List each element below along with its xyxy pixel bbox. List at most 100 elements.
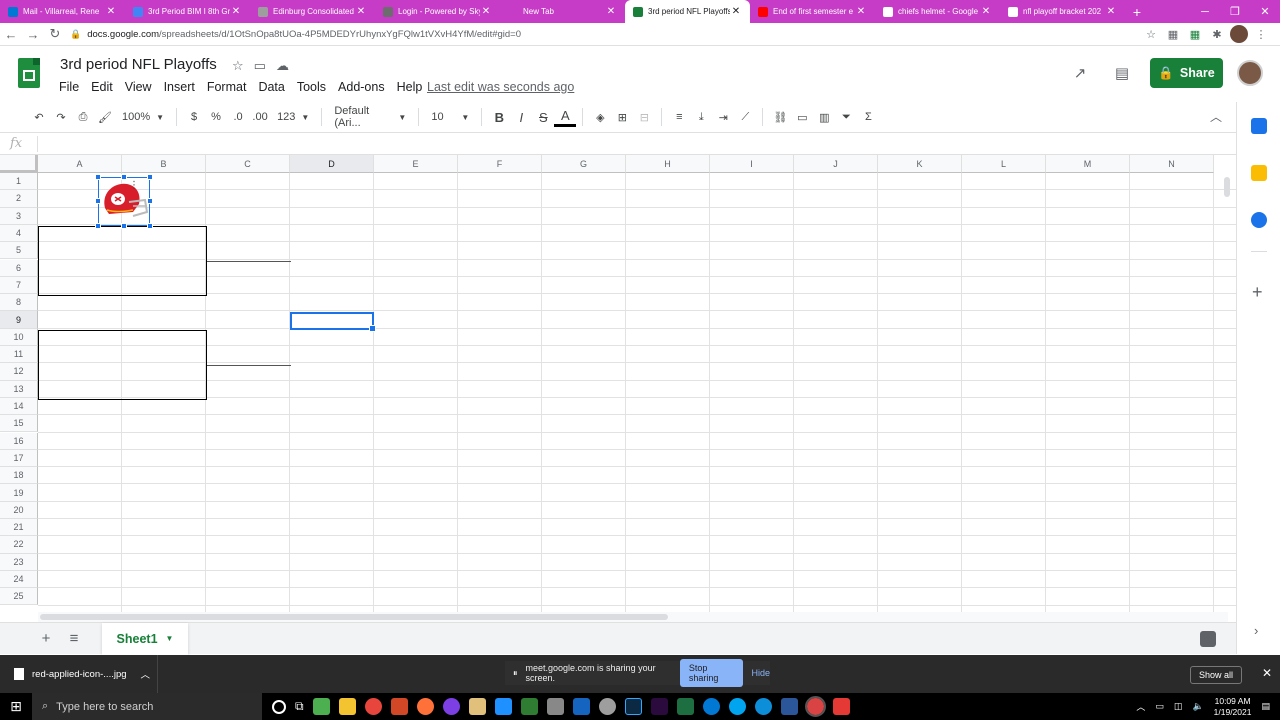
- print-icon[interactable]: ⎙: [72, 105, 94, 129]
- row-header[interactable]: 18: [0, 467, 38, 485]
- column-header[interactable]: I: [710, 155, 794, 173]
- browser-tab[interactable]: End of first semester e ✕: [750, 0, 875, 23]
- row-header[interactable]: 7: [0, 276, 38, 295]
- insert-link-icon[interactable]: ⛓: [769, 105, 791, 129]
- tab-close-icon[interactable]: ✕: [355, 6, 367, 17]
- menu-add-ons[interactable]: Add-ons: [338, 80, 389, 94]
- chrome-active-icon[interactable]: [804, 696, 826, 717]
- resize-handle[interactable]: [121, 174, 127, 180]
- horizontal-scrollbar[interactable]: [38, 612, 1228, 622]
- task-view-icon[interactable]: ⧉: [295, 699, 304, 714]
- column-header[interactable]: B: [122, 155, 206, 173]
- photoshop-icon[interactable]: [624, 698, 642, 715]
- reload-button[interactable]: ↻: [44, 23, 66, 45]
- resize-handle[interactable]: [147, 223, 153, 229]
- network-icon[interactable]: ◫: [1174, 701, 1183, 712]
- powerpoint-icon[interactable]: [390, 698, 408, 715]
- row-header[interactable]: 3: [0, 207, 38, 225]
- expand-panel-icon[interactable]: ›: [1254, 623, 1258, 638]
- strikethrough-button[interactable]: S: [532, 105, 554, 129]
- restore-button[interactable]: ❐: [1220, 0, 1250, 23]
- horizontal-align-icon[interactable]: ≡: [668, 105, 690, 129]
- tab-close-icon[interactable]: ✕: [230, 6, 242, 17]
- browser-tab[interactable]: New Tab ✕: [500, 0, 625, 23]
- app-icon[interactable]: [312, 698, 330, 715]
- tasks-icon[interactable]: [1251, 212, 1267, 228]
- close-window-button[interactable]: ✕: [1250, 0, 1280, 23]
- last-edit-link[interactable]: Last edit was seconds ago: [427, 80, 574, 94]
- cloud-status-icon[interactable]: ☁: [276, 58, 289, 74]
- row-header[interactable]: 2: [0, 190, 38, 208]
- row-header[interactable]: 15: [0, 415, 38, 433]
- insert-chart-icon[interactable]: ▥: [813, 105, 835, 129]
- text-wrap-icon[interactable]: ⇥: [712, 105, 734, 129]
- forward-button[interactable]: →: [22, 23, 44, 45]
- row-header[interactable]: 5: [0, 242, 38, 260]
- move-folder-icon[interactable]: ▭: [254, 58, 266, 74]
- row-header[interactable]: 21: [0, 519, 38, 537]
- functions-icon[interactable]: Σ: [857, 105, 879, 129]
- menu-tools[interactable]: Tools: [297, 80, 330, 94]
- currency-format-button[interactable]: $: [183, 105, 205, 129]
- app-icon[interactable]: [546, 698, 564, 715]
- firefox-icon[interactable]: [416, 698, 434, 715]
- explore-icon[interactable]: [1200, 631, 1216, 647]
- column-header[interactable]: N: [1130, 155, 1214, 173]
- browser-tab[interactable]: Login - Powered by Sky ✕: [375, 0, 500, 23]
- resize-handle[interactable]: [95, 198, 101, 204]
- tray-overflow-icon[interactable]: ︿: [1136, 700, 1145, 713]
- app-icon[interactable]: [442, 698, 460, 715]
- zoom-select[interactable]: 100% ▼: [116, 105, 170, 129]
- more-formats-select[interactable]: 123 ▼: [271, 105, 315, 129]
- volume-icon[interactable]: 🔈: [1192, 701, 1203, 712]
- increase-decimal-button[interactable]: .00: [249, 105, 271, 129]
- app-icon[interactable]: [598, 698, 616, 715]
- collapse-toolbar-icon[interactable]: ︿: [1210, 108, 1222, 125]
- insert-comment-icon[interactable]: ▭: [791, 105, 813, 129]
- browser-tab[interactable]: 3rd Period BIM I 8th Gr ✕: [125, 0, 250, 23]
- tab-close-icon[interactable]: ✕: [105, 6, 117, 17]
- menu-help[interactable]: Help: [397, 80, 427, 94]
- word-icon[interactable]: [780, 698, 798, 715]
- app-icon[interactable]: [520, 698, 538, 715]
- battery-icon[interactable]: ▭: [1155, 701, 1164, 712]
- tab-close-icon[interactable]: ✕: [480, 6, 492, 17]
- redo-icon[interactable]: ↷: [50, 105, 72, 129]
- browser-tab[interactable]: 3rd period NFL Playoffs ✕: [625, 0, 750, 23]
- back-button[interactable]: ←: [0, 23, 22, 45]
- clock[interactable]: 10:09 AM 1/19/2021: [1214, 696, 1252, 718]
- app-icon[interactable]: [650, 698, 668, 715]
- file-explorer-icon[interactable]: [338, 698, 356, 715]
- column-header[interactable]: D: [290, 155, 374, 173]
- cortana-icon[interactable]: [272, 699, 286, 714]
- resize-handle[interactable]: [95, 174, 101, 180]
- row-header[interactable]: 19: [0, 484, 38, 502]
- active-cell-d9[interactable]: [290, 312, 376, 332]
- borders-icon[interactable]: ⊞: [611, 105, 633, 129]
- percent-format-button[interactable]: %: [205, 105, 227, 129]
- italic-button[interactable]: I: [510, 105, 532, 129]
- menu-data[interactable]: Data: [258, 80, 288, 94]
- sheets-logo-icon[interactable]: [18, 58, 40, 88]
- row-header[interactable]: 4: [0, 224, 38, 243]
- menu-file[interactable]: File: [59, 80, 83, 94]
- browser-tab[interactable]: Mail - Villarreal, Rene ✕: [0, 0, 125, 23]
- menu-insert[interactable]: Insert: [164, 80, 199, 94]
- row-header[interactable]: 9: [0, 311, 38, 329]
- profile-avatar[interactable]: [1230, 25, 1248, 43]
- column-header[interactable]: A: [38, 155, 122, 173]
- chiefs-helmet-image[interactable]: ⋮: [95, 174, 153, 229]
- merge-cells-icon[interactable]: ⊟: [633, 105, 655, 129]
- column-header[interactable]: J: [794, 155, 878, 173]
- font-size-select[interactable]: 10 ▼: [425, 105, 475, 129]
- activity-trend-icon[interactable]: ↗: [1066, 59, 1094, 87]
- tab-close-icon[interactable]: ✕: [730, 6, 742, 17]
- browser-tab[interactable]: chiefs helmet - Google ✕: [875, 0, 1000, 23]
- row-header[interactable]: 14: [0, 397, 38, 416]
- row-header[interactable]: 11: [0, 346, 38, 364]
- column-header[interactable]: M: [1046, 155, 1130, 173]
- column-header[interactable]: F: [458, 155, 542, 173]
- image-menu-icon[interactable]: ⋮: [129, 180, 139, 191]
- tab-close-icon[interactable]: ✕: [855, 6, 867, 17]
- spreadsheet-grid[interactable]: A B C D E F G H I J K L M N 1 2 3 4 5 6 7 8 9 10 11 12 13 14 15 16 17 1…: [0, 155, 1236, 612]
